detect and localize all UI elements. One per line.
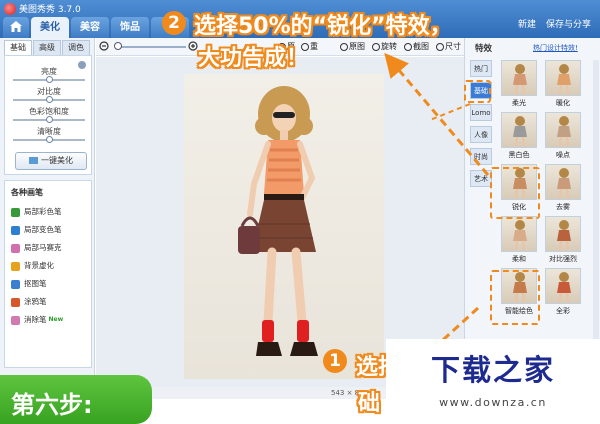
step2-number-badge: 2 [162,11,186,35]
step1-number-badge: 1 [323,349,347,373]
watermark: 下载之家 www.downza.cn [386,339,600,424]
step2-instruction-line1: 选择50%的“锐化”特效， [194,14,452,39]
step-banner-text: 第六步: [11,391,93,419]
step1-instruction-line2: 础 [358,391,381,416]
step2-instruction-line2: 大功告成！ [198,46,309,71]
watermark-url: www.downza.cn [439,396,547,409]
watermark-logo-text: 下载之家 [430,353,555,387]
step-banner: 第六步: [0,375,152,424]
